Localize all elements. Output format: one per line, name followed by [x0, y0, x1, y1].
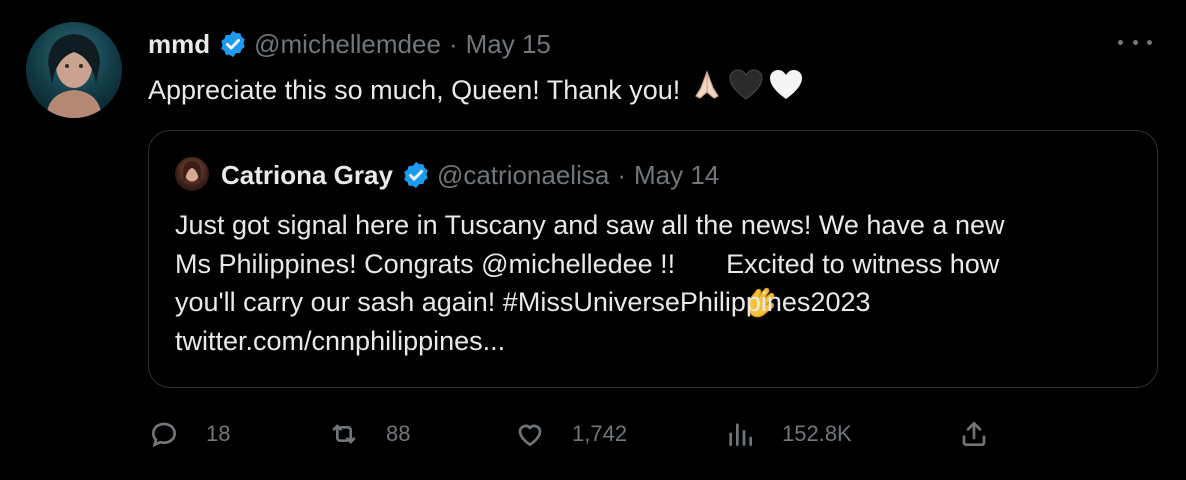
separator-dot: ·: [448, 28, 458, 59]
more-options-icon[interactable]: [1118, 30, 1152, 54]
reply-button[interactable]: 18: [148, 414, 230, 454]
verified-badge-icon: [221, 30, 245, 58]
author-avatar[interactable]: [26, 22, 122, 118]
quoted-tweet-date: May 14: [634, 159, 720, 190]
quoted-text-line: Just got signal here in Tuscany and saw …: [175, 210, 1005, 240]
white-heart-icon: [768, 68, 804, 112]
quoted-author-name: Catriona Gray: [221, 159, 393, 190]
author-handle[interactable]: @michellemdee: [254, 29, 441, 60]
quoted-author-handle: @catrionaelisa: [436, 159, 610, 190]
quoted-text-line: Ms Philippines! Congrats @michelledee !!…: [175, 245, 1135, 318]
views-button[interactable]: 152.8K: [724, 414, 852, 454]
quoted-author-avatar: [175, 157, 209, 191]
view-count: 152.8K: [782, 421, 852, 446]
share-button[interactable]: [958, 414, 1016, 454]
tweet-header: mmd @michellemdee · May 15: [148, 24, 551, 64]
analytics-icon: [729, 423, 752, 446]
tweet-text: Appreciate this so much, Queen! Thank yo…: [148, 68, 804, 112]
quoted-tweet-text: Just got signal here in Tuscany and saw …: [175, 206, 1135, 360]
quoted-tweet-card[interactable]: Catriona Gray @catrionaelisa · May 14 Ju…: [148, 130, 1158, 388]
like-count: 1,742: [572, 421, 628, 446]
clapping-hands-icon: [683, 246, 775, 318]
verified-badge-icon: [404, 161, 428, 189]
tweet-text-content: Appreciate this so much, Queen! Thank yo…: [148, 75, 681, 105]
reply-icon: [151, 422, 177, 448]
folded-hands-icon: [690, 68, 724, 112]
author-name[interactable]: mmd: [148, 29, 210, 60]
retweet-button[interactable]: 88: [328, 414, 410, 454]
tweet-date[interactable]: May 15: [466, 29, 551, 60]
quoted-link-text: twitter.com/cnnphilippines...: [175, 325, 506, 356]
share-icon: [962, 422, 986, 446]
retweet-count: 88: [386, 421, 411, 446]
quoted-text-line: you'll carry our sash again! #MissUniver…: [175, 287, 871, 317]
separator-dot: ·: [617, 159, 626, 190]
retweet-icon: [332, 424, 356, 444]
tweet-actions-bar: 18 88 1,742 152.8K: [148, 414, 1018, 454]
black-heart-icon: [728, 68, 764, 112]
like-button[interactable]: 1,742: [514, 414, 627, 454]
reply-count: 18: [206, 421, 231, 446]
heart-icon: [518, 424, 542, 447]
quoted-tweet-header: Catriona Gray @catrionaelisa · May 14: [221, 155, 719, 195]
